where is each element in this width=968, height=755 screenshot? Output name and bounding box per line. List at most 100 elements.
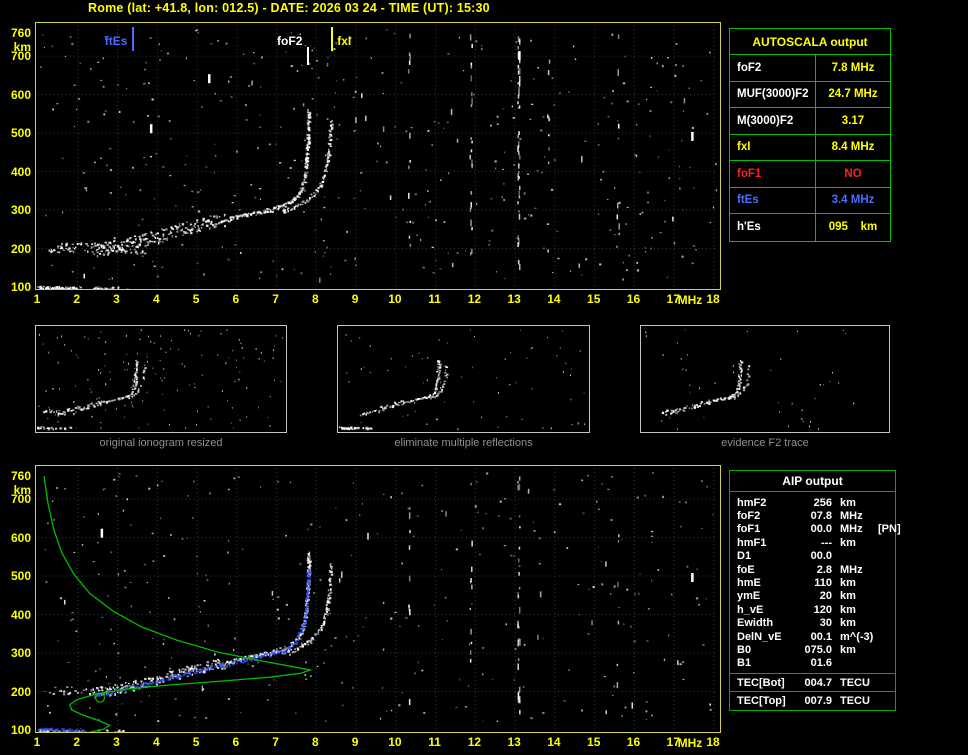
aip-row-TEC[Top]: TEC[Top] 007.9 TECU xyxy=(737,694,870,707)
thumbnail-original-ionogram xyxy=(35,325,287,433)
aip-row-DelN_vE: DelN_vE 00.1 m^(-3) xyxy=(737,630,874,643)
marker-label-foF2: foF2 xyxy=(277,34,303,48)
autoscala-row-value: 3.17 xyxy=(841,114,865,127)
y-tick-label: 100 xyxy=(10,723,31,737)
marker-label-ftEs: ftEs xyxy=(104,34,128,48)
y-tick-label: 600 xyxy=(10,530,31,545)
autoscala-row-label: M(3000)F2 xyxy=(730,108,816,134)
autoscala-row-label: foF1 xyxy=(730,161,816,187)
profile-ionogram-canvas xyxy=(38,468,718,732)
aip-table-title: AIP output xyxy=(730,471,895,492)
x-tick-label: 8 xyxy=(312,735,319,749)
aip-row-hmE: hmE 110 km xyxy=(737,577,856,590)
autoscala-row-value: 7.8 MHz xyxy=(831,61,875,74)
x-tick-label: 10 xyxy=(388,292,402,306)
y-tick-label: 400 xyxy=(10,607,31,622)
aip-table-body: hmF2 256 km foF2 07.8 MHz foF1 00.0 MHz [PN] hmF1-… xyxy=(730,492,901,672)
y-tick-label: 200 xyxy=(10,241,31,256)
thumbnail-canvas-reflections xyxy=(338,329,586,431)
x-tick-label: 18 xyxy=(706,735,720,749)
x-tick-label: 1 xyxy=(33,735,41,749)
x-tick-label: 4 xyxy=(152,292,160,306)
y-tick-label: 760 xyxy=(10,26,31,40)
x-tick-label: 15 xyxy=(587,292,601,306)
x-tick-label: 16 xyxy=(626,292,641,306)
main-ionogram-plot: ftEs foF2 fxI xyxy=(35,22,721,290)
autoscala-row-value: 24.7 MHz xyxy=(828,88,878,101)
x-tick-label: 6 xyxy=(232,735,240,749)
y-tick-label: 760 xyxy=(10,469,31,483)
x-tick-label: 8 xyxy=(312,292,319,306)
y-tick-label: 500 xyxy=(10,569,31,584)
x-tick-label: 15 xyxy=(587,735,601,749)
autoscala-row-label: MUF(3000)F2 xyxy=(730,81,816,107)
aip-separator xyxy=(730,691,895,693)
autoscala-row-value: 3.4 MHz xyxy=(831,194,875,207)
autoscala-row-label: ftEs xyxy=(730,187,816,213)
x-tick-label: 5 xyxy=(192,292,200,306)
aip-row-foF1: foF1 00.0 MHz [PN] xyxy=(737,523,901,536)
marker-line-ftEs xyxy=(132,27,135,51)
x-tick-label: 12 xyxy=(467,292,482,306)
x-tick-label: 1 xyxy=(33,292,41,306)
x-tick-label: 14 xyxy=(547,735,561,749)
autoscala-row-value: NO xyxy=(844,167,862,180)
autoscala-row-value: 095 km xyxy=(828,221,878,234)
x-axis-unit: MHz xyxy=(677,293,703,307)
marker-line-fxI xyxy=(331,27,334,51)
y-tick-label: 300 xyxy=(10,646,31,661)
aip-row-foE: foE 2.8 MHz xyxy=(737,563,863,576)
x-tick-label: 2 xyxy=(73,292,81,306)
aip-row-ymE: ymE 20 km xyxy=(737,590,856,603)
autoscala-row-M(3000)F2: M(3000)F2 3.17 xyxy=(730,108,890,135)
x-tick-label: 11 xyxy=(428,292,441,306)
aip-row-B1: B1 01.6 xyxy=(737,657,832,670)
y-tick-label: 200 xyxy=(10,684,31,699)
x-tick-label: 9 xyxy=(351,292,359,306)
x-tick-label: 18 xyxy=(706,292,720,306)
aip-row-hmF2: hmF2 256 km xyxy=(737,496,856,509)
y-tick-label: 300 xyxy=(10,203,31,218)
aip-row-hmF1: hmF1 --- km xyxy=(737,536,856,549)
x-tick-label: 5 xyxy=(192,735,200,749)
thumbnail-canvas-original xyxy=(37,329,284,431)
x-tick-label: 3 xyxy=(113,735,120,749)
x-tick-label: 12 xyxy=(467,735,482,749)
x-tick-label: 13 xyxy=(507,735,521,749)
y-axis-unit: km xyxy=(13,483,31,497)
x-axis-unit: MHz xyxy=(677,736,703,750)
autoscala-row-ftEs: ftEs 3.4 MHz xyxy=(730,187,890,214)
x-tick-label: 3 xyxy=(113,292,120,306)
autoscala-row-label: fxI xyxy=(730,134,816,160)
y-tick-label: 400 xyxy=(10,164,31,179)
thumbnail-f2-trace xyxy=(640,325,890,433)
autoscala-table-title: AUTOSCALA output xyxy=(730,29,890,55)
y-tick-label: 500 xyxy=(10,126,31,141)
autoscala-row-label: foF2 xyxy=(730,55,816,81)
marker-line-foF2 xyxy=(307,47,310,65)
autoscala-row-MUF(3000)F2: MUF(3000)F2 24.7 MHz xyxy=(730,81,890,108)
x-tick-label: 7 xyxy=(272,735,279,749)
y-tick-label: 100 xyxy=(10,280,31,294)
autoscala-row-value: 8.4 MHz xyxy=(831,141,875,154)
x-tick-label: 13 xyxy=(507,292,521,306)
thumbnail-caption-reflections: eliminate multiple reflections xyxy=(394,437,533,449)
y-tick-label: 600 xyxy=(10,87,31,102)
x-tick-label: 14 xyxy=(547,292,561,306)
x-tick-label: 7 xyxy=(272,292,279,306)
x-tick-label: 4 xyxy=(152,735,160,749)
aip-row-TEC[Bot]: TEC[Bot] 004.7 TECU xyxy=(737,676,870,689)
autoscala-table: AUTOSCALA output foF2 7.8 MHz MUF(3000)F2 2… xyxy=(729,28,891,242)
aip-row-h_vE: h_vE 120 km xyxy=(737,603,856,616)
aip-row-D1: D1 00.0 xyxy=(737,550,832,563)
autoscala-row-foF1: foF1 NO xyxy=(730,161,890,188)
marker-label-fxI: fxI xyxy=(337,34,352,48)
aip-separator xyxy=(730,673,895,675)
x-tick-label: 2 xyxy=(73,735,81,749)
aip-row-foF2: foF2 07.8 MHz xyxy=(737,510,863,523)
aip-table-tec: TEC[Bot] 004.7 TECU TEC[Top] 007.9 TECU xyxy=(730,673,895,708)
autoscala-row-label: h'Es xyxy=(730,214,816,241)
aip-row-B0: B0 075.0 km xyxy=(737,643,856,656)
aip-table: AIP output hmF2 256 km foF2 07.8 MHz foF1 00.0 M… xyxy=(729,470,901,712)
x-tick-label: 10 xyxy=(388,735,402,749)
